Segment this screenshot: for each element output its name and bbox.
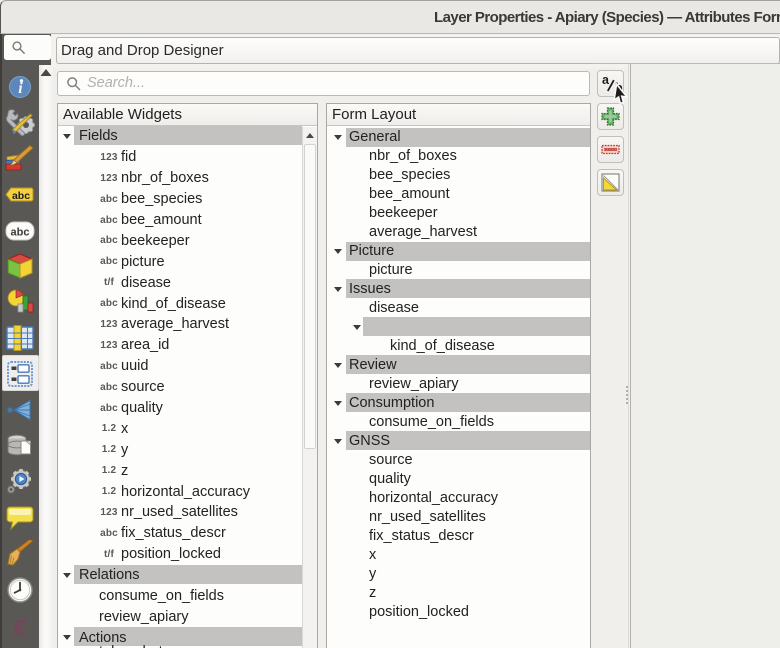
svg-text:abc: abc — [11, 227, 30, 239]
svg-text:i: i — [18, 80, 23, 97]
svg-text:ε: ε — [14, 613, 27, 639]
svg-text:abc: abc — [12, 190, 30, 202]
